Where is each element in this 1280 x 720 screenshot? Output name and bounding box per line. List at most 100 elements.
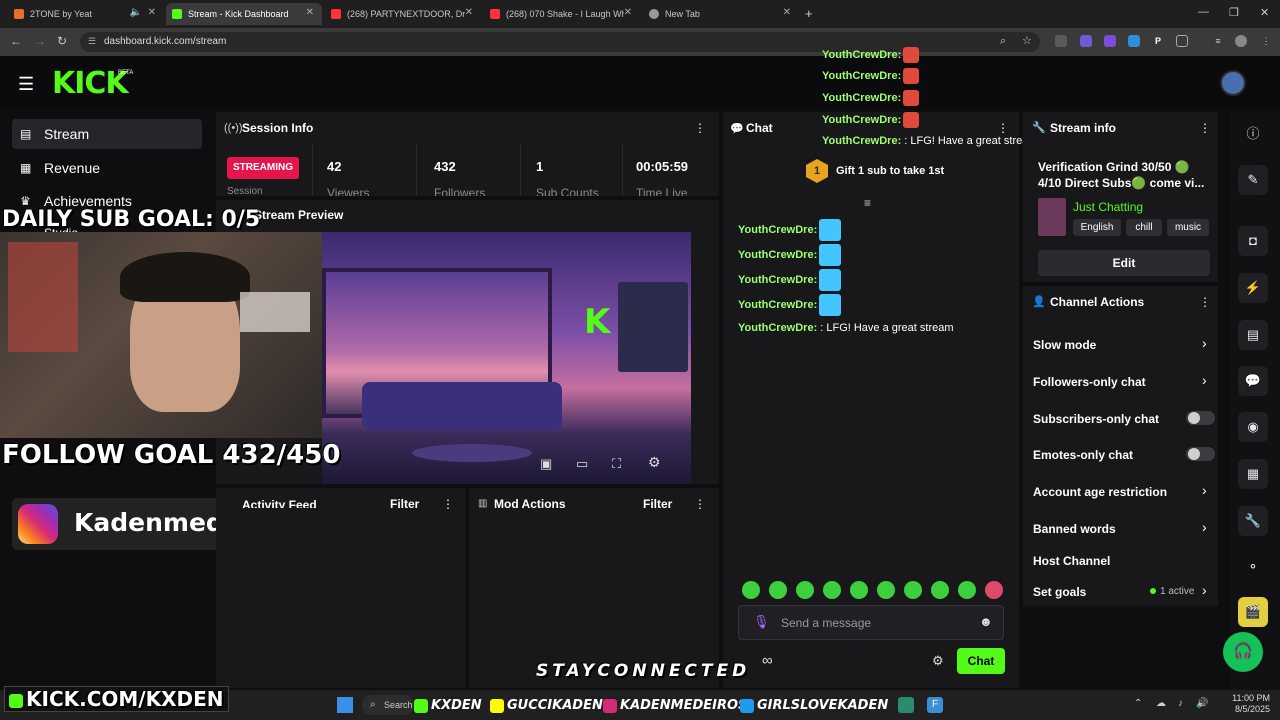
layout-icon[interactable]: ▦ [1238, 459, 1268, 489]
chat-username[interactable]: YouthCrewDre: [738, 224, 817, 236]
tab-partynextdoor[interactable]: (268) PARTYNEXTDOOR, Drake ✕ [325, 3, 481, 25]
windows-start-icon[interactable] [337, 697, 353, 713]
back-icon[interactable]: ← [10, 34, 22, 48]
emote-icon[interactable] [904, 581, 922, 599]
close-icon[interactable]: ✕ [148, 7, 156, 18]
account-age-restriction-row[interactable]: Account age restriction [1033, 485, 1167, 499]
banned-words-row[interactable]: Banned words [1033, 522, 1116, 536]
followers-only-chat-row[interactable]: Followers-only chat [1033, 375, 1146, 389]
tray-network-icon[interactable]: ☁ [1156, 698, 1166, 709]
more-options-icon[interactable]: ⋮ [442, 497, 454, 511]
mod-filter-button[interactable]: Filter [643, 497, 672, 511]
infinity-icon[interactable]: ∞ [762, 652, 773, 669]
profile-avatar[interactable] [1235, 35, 1247, 47]
extensions-puzzle-icon[interactable] [1176, 35, 1188, 47]
minimize-icon[interactable]: — [1198, 6, 1209, 18]
gift-sub-prompt[interactable]: Gift 1 sub to take 1st [836, 165, 944, 177]
close-icon[interactable]: ✕ [465, 7, 473, 18]
info-icon[interactable]: ⓘ [1238, 119, 1268, 149]
chat-icon[interactable]: 💬 [1238, 366, 1268, 396]
activity-filter-button[interactable]: Filter [390, 497, 419, 511]
sidebar-item-stream[interactable]: ▤ Stream [12, 119, 202, 149]
pinned-filter-icon[interactable]: ≡ [864, 196, 871, 210]
emote-quick-bar[interactable] [742, 581, 1012, 599]
new-tab-plus-icon[interactable]: + [805, 6, 813, 21]
site-info-icon[interactable]: ☰ [88, 36, 96, 47]
tab-070-shake[interactable]: (268) 070 Shake - I Laugh When ✕ [484, 3, 640, 25]
tray-chevron-icon[interactable]: ⌃ [1134, 698, 1142, 709]
taskbar-app-icon[interactable]: F [927, 697, 943, 713]
close-icon[interactable]: ✕ [624, 7, 632, 18]
lightning-icon[interactable]: ⚡ [1238, 273, 1268, 303]
document-icon[interactable]: ▤ [1238, 320, 1268, 350]
reload-icon[interactable]: ↻ [57, 34, 67, 48]
wrench-icon[interactable]: 🔧 [1238, 506, 1268, 536]
window-close-icon[interactable]: ✕ [1260, 6, 1269, 19]
chevron-right-icon[interactable]: › [1202, 582, 1207, 598]
support-headset-icon[interactable]: 🎧 [1223, 632, 1263, 672]
settings-gear-icon[interactable]: ⚙ [648, 454, 661, 471]
chat-message-input[interactable]: 🎙 Send a message ☻ [738, 605, 1004, 640]
camera-icon[interactable]: ◘ [1238, 226, 1268, 256]
close-icon[interactable]: ✕ [783, 7, 791, 18]
chat-settings-gear-icon[interactable]: ⚙ [932, 653, 944, 669]
stream-preview-video[interactable]: K ▣ ▭ ⛶ ⚙ [322, 232, 691, 484]
forward-icon[interactable]: → [34, 34, 46, 48]
tray-speaker-icon[interactable]: 🔊 [1196, 698, 1208, 709]
broadcast-icon[interactable]: ◉ [1238, 412, 1268, 442]
tab-kick-dashboard[interactable]: Stream - Kick Dashboard ✕ [166, 3, 322, 25]
more-options-icon[interactable]: ⋮ [694, 121, 706, 135]
reading-list-icon[interactable]: ≡ [1212, 35, 1224, 47]
emote-icon[interactable] [985, 581, 1003, 599]
clapper-icon[interactable]: 🎬 [1238, 597, 1268, 627]
zoom-icon[interactable]: ⌕ [1000, 35, 1006, 48]
chat-username[interactable]: YouthCrewDre: [738, 249, 817, 261]
tag-english[interactable]: English [1073, 219, 1121, 236]
edit-stream-info-button[interactable]: Edit [1038, 250, 1210, 276]
extension-icon[interactable]: P [1152, 35, 1164, 47]
close-icon[interactable]: ✕ [306, 7, 314, 18]
taskbar-search[interactable]: ⌕ Search [362, 695, 414, 715]
emote-icon[interactable] [823, 581, 841, 599]
subscribers-only-toggle[interactable] [1186, 411, 1215, 425]
tag-music[interactable]: music [1167, 219, 1209, 236]
category-link[interactable]: Just Chatting [1073, 200, 1143, 214]
theater-icon[interactable]: ▭ [576, 456, 588, 472]
slow-mode-row[interactable]: Slow mode [1033, 338, 1096, 352]
extension-icon[interactable] [1128, 35, 1140, 47]
extension-icon[interactable] [1080, 35, 1092, 47]
send-chat-button[interactable]: Chat [957, 648, 1005, 674]
share-icon[interactable]: ⚬ [1238, 552, 1268, 582]
chevron-right-icon[interactable]: › [1202, 519, 1207, 535]
category-thumbnail[interactable] [1038, 198, 1066, 236]
user-avatar[interactable] [1220, 70, 1246, 96]
chat-username[interactable]: YouthCrewDre: [738, 299, 817, 311]
chevron-right-icon[interactable]: › [1202, 335, 1207, 351]
taskbar-app-icon[interactable] [898, 697, 914, 713]
emoji-picker-icon[interactable]: ☻ [979, 614, 993, 629]
sidebar-item-revenue[interactable]: ▦ Revenue [12, 153, 202, 183]
more-options-icon[interactable]: ⋮ [1199, 295, 1211, 309]
tab-2tone[interactable]: 2TONE by Yeat 🔈 ✕ [8, 3, 164, 25]
chat-username[interactable]: YouthCrewDre: [738, 322, 817, 334]
pip-icon[interactable]: ▣ [540, 456, 552, 472]
menu-dots-icon[interactable]: ⋮ [1260, 35, 1272, 47]
emote-icon[interactable] [769, 581, 787, 599]
extension-icon[interactable] [1104, 35, 1116, 47]
chevron-right-icon[interactable]: › [1202, 482, 1207, 498]
chevron-right-icon[interactable]: › [1202, 372, 1207, 388]
more-options-icon[interactable]: ⋮ [694, 497, 706, 511]
edit-pencil-icon[interactable]: ✎ [1238, 165, 1268, 195]
emotes-only-toggle[interactable] [1186, 447, 1215, 461]
extension-icon[interactable] [1055, 35, 1067, 47]
set-goals-row[interactable]: Set goals [1033, 585, 1086, 599]
microphone-icon[interactable]: 🎙 [753, 614, 770, 630]
emote-icon[interactable] [877, 581, 895, 599]
tag-chill[interactable]: chill [1126, 219, 1162, 236]
hamburger-menu-icon[interactable]: ☰ [18, 74, 34, 95]
restore-icon[interactable]: ❐ [1229, 6, 1239, 19]
tray-mic-icon[interactable]: ♪ [1178, 698, 1183, 709]
host-channel-row[interactable]: Host Channel [1033, 554, 1110, 568]
chat-username[interactable]: YouthCrewDre: [738, 274, 817, 286]
emote-icon[interactable] [850, 581, 868, 599]
